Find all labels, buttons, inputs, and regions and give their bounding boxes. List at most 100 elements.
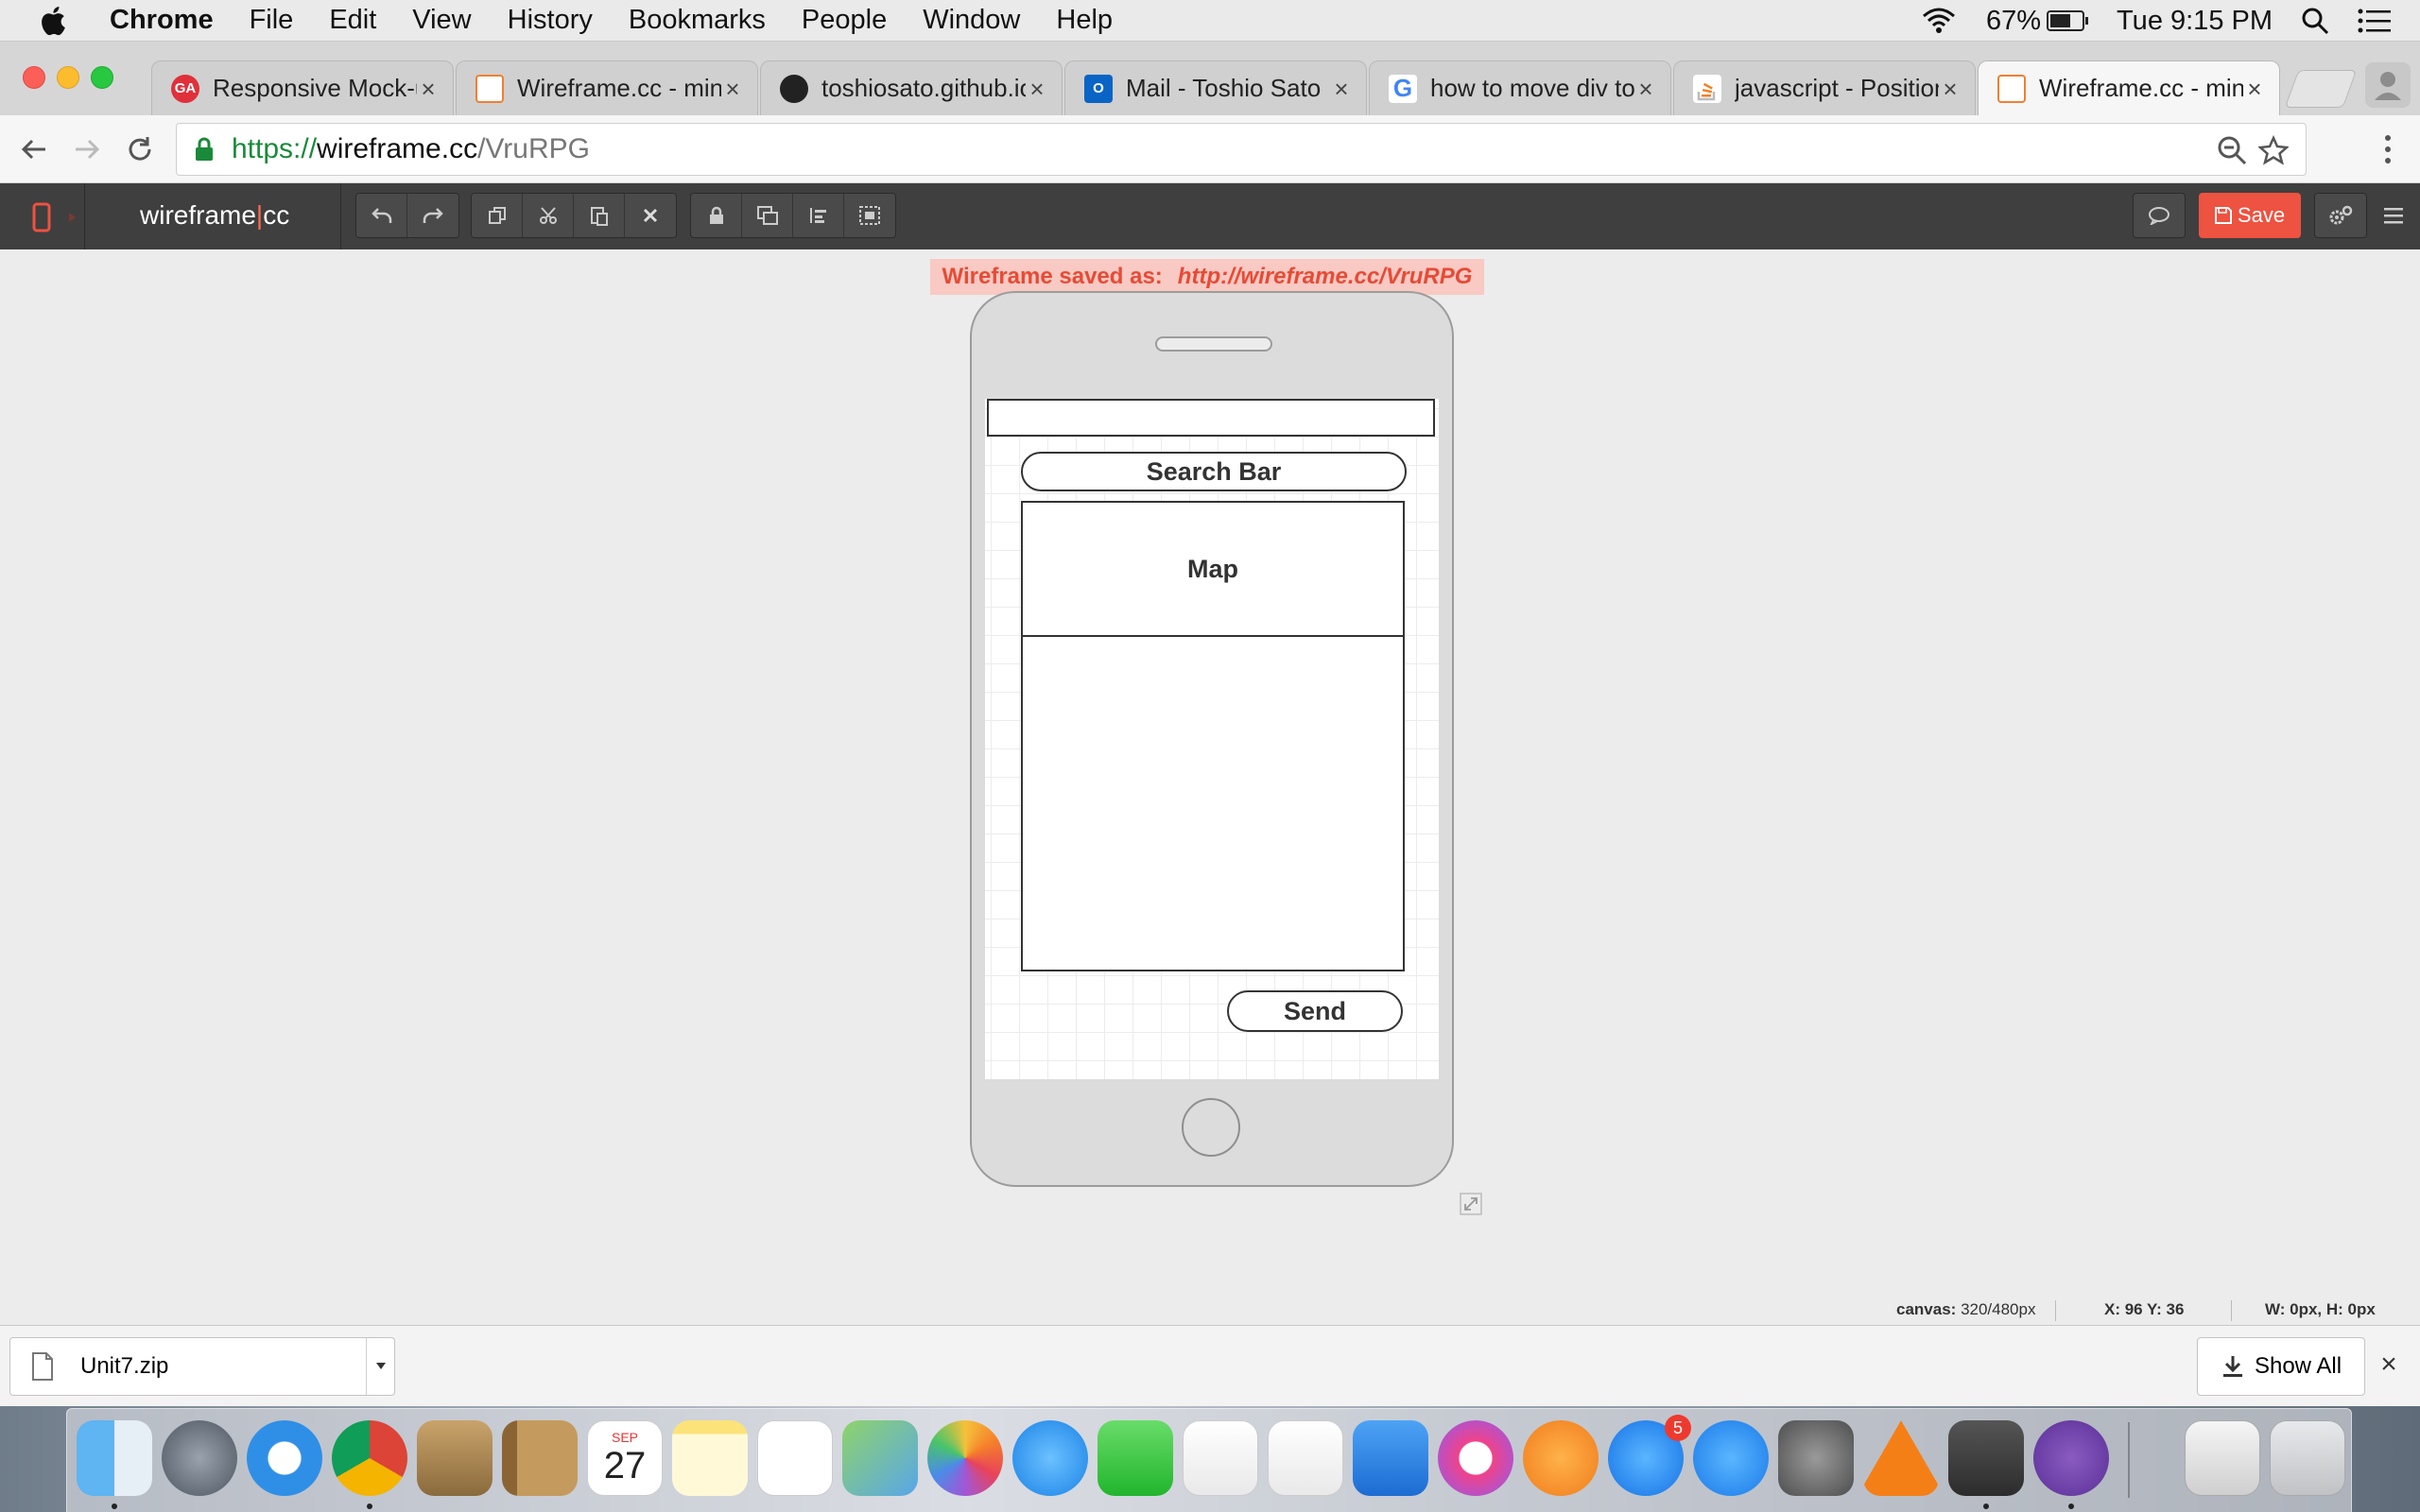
contacts-icon[interactable] xyxy=(502,1420,578,1496)
reminders-icon[interactable] xyxy=(757,1420,833,1496)
resize-icon[interactable] xyxy=(1460,1193,1482,1215)
menu-clock[interactable]: Tue 9:15 PM xyxy=(2117,6,2273,37)
menu-edit[interactable]: Edit xyxy=(329,5,376,36)
reload-button[interactable] xyxy=(119,129,161,170)
wireframe-canvas[interactable]: Search Bar Map Send xyxy=(985,399,1439,1079)
safari-icon[interactable] xyxy=(247,1420,322,1496)
undo-button[interactable] xyxy=(356,194,407,237)
map-element[interactable]: Map xyxy=(1021,501,1405,637)
spotlight-search-icon[interactable] xyxy=(2301,7,2329,35)
system-preferences-icon[interactable] xyxy=(1778,1420,1854,1496)
chrome-icon[interactable] xyxy=(332,1420,407,1496)
paste-button[interactable] xyxy=(574,194,625,237)
address-bar[interactable]: https://wireframe.cc/VruRPG xyxy=(176,123,2307,176)
align-button[interactable] xyxy=(793,194,844,237)
vlc-icon[interactable] xyxy=(1863,1420,1939,1496)
menu-file[interactable]: File xyxy=(250,5,294,36)
download-item[interactable]: Unit7.zip xyxy=(9,1337,395,1396)
redo-button[interactable] xyxy=(407,194,458,237)
ibooks-icon[interactable] xyxy=(1523,1420,1599,1496)
photos-icon[interactable] xyxy=(927,1420,1003,1496)
url-path: /VruRPG xyxy=(477,133,590,164)
tab-close-icon[interactable]: × xyxy=(1330,77,1353,101)
menu-app-name[interactable]: Chrome xyxy=(110,5,214,36)
tab-stackoverflow[interactable]: javascript - Position × xyxy=(1673,60,1976,115)
tab-mail[interactable]: O Mail - Toshio Sato × xyxy=(1064,60,1367,115)
pages-icon[interactable] xyxy=(1183,1420,1258,1496)
content-box-element[interactable] xyxy=(1021,635,1405,971)
cut-button[interactable] xyxy=(523,194,574,237)
maps-icon[interactable] xyxy=(842,1420,918,1496)
menu-history[interactable]: History xyxy=(508,5,593,36)
settings-button[interactable] xyxy=(2314,193,2367,238)
tab-wireframe-active[interactable]: Wireframe.cc - minimal × xyxy=(1978,60,2280,115)
tab-close-icon[interactable]: × xyxy=(1939,77,1962,101)
copy-button[interactable] xyxy=(472,194,523,237)
sublime-text-icon[interactable] xyxy=(1948,1420,2024,1496)
back-button[interactable] xyxy=(13,129,55,170)
menu-bookmarks[interactable]: Bookmarks xyxy=(629,5,766,36)
copy-icon xyxy=(488,207,506,224)
launchpad-icon[interactable] xyxy=(162,1420,237,1496)
zoom-icon[interactable] xyxy=(1693,1420,1769,1496)
device-selector[interactable] xyxy=(0,183,85,249)
window-minimize-button[interactable] xyxy=(57,66,79,89)
messages-icon[interactable] xyxy=(1012,1420,1088,1496)
group-button[interactable] xyxy=(844,194,895,237)
numbers-icon[interactable] xyxy=(1268,1420,1343,1496)
tab-close-icon[interactable]: × xyxy=(721,77,744,101)
scissors-icon xyxy=(539,207,557,224)
window-close-button[interactable] xyxy=(23,66,45,89)
comment-button[interactable] xyxy=(2133,193,2186,238)
running-indicator xyxy=(112,1503,117,1509)
show-all-downloads-button[interactable]: Show All xyxy=(2197,1337,2365,1396)
menu-view[interactable]: View xyxy=(412,5,471,36)
menu-people[interactable]: People xyxy=(802,5,887,36)
battery-status[interactable]: 67% xyxy=(1986,6,2089,37)
tab-close-icon[interactable]: × xyxy=(2243,77,2266,101)
wifi-icon[interactable] xyxy=(1920,7,1958,35)
tab-close-icon[interactable]: × xyxy=(1634,77,1657,101)
layers-icon xyxy=(756,206,778,225)
saved-url-link[interactable]: http://wireframe.cc/VruRPG xyxy=(1178,264,1473,290)
keynote-icon[interactable] xyxy=(1353,1420,1428,1496)
tab-github[interactable]: toshiosato.github.io × xyxy=(760,60,1063,115)
bookmark-star-icon[interactable] xyxy=(2258,135,2289,165)
close-download-shelf-icon[interactable]: × xyxy=(2375,1350,2403,1379)
zoom-out-icon[interactable] xyxy=(2217,135,2247,165)
apple-logo-icon[interactable] xyxy=(38,4,72,38)
download-options-button[interactable] xyxy=(366,1338,394,1395)
github-desktop-icon[interactable] xyxy=(2033,1420,2109,1496)
tab-google-search[interactable]: G how to move div to × xyxy=(1369,60,1671,115)
forward-button[interactable] xyxy=(66,129,108,170)
itunes-icon[interactable] xyxy=(1438,1420,1513,1496)
facetime-icon[interactable] xyxy=(1098,1420,1173,1496)
profile-avatar[interactable] xyxy=(2365,62,2411,108)
delete-button[interactable] xyxy=(625,194,676,237)
finder-icon[interactable] xyxy=(77,1420,152,1496)
tab-close-icon[interactable]: × xyxy=(1026,77,1048,101)
downloads-stack-icon[interactable] xyxy=(2185,1420,2260,1496)
notes-icon[interactable] xyxy=(672,1420,748,1496)
status-bar-box[interactable] xyxy=(987,399,1435,437)
save-button[interactable]: Save xyxy=(2199,193,2301,238)
new-tab-button[interactable] xyxy=(2284,70,2358,108)
window-zoom-button[interactable] xyxy=(91,66,113,89)
tab-wireframe-1[interactable]: Wireframe.cc - minimal × xyxy=(456,60,758,115)
hamburger-menu-icon[interactable] xyxy=(2382,204,2405,227)
trash-icon[interactable] xyxy=(2270,1420,2345,1496)
chrome-menu-icon[interactable] xyxy=(2371,132,2405,166)
lock-button[interactable] xyxy=(691,194,742,237)
wireframe-brand-logo[interactable]: wireframe|cc xyxy=(140,200,289,231)
notification-center-icon[interactable] xyxy=(2358,8,2392,34)
calendar-icon[interactable]: SEP 27 xyxy=(587,1420,663,1496)
tab-close-icon[interactable]: × xyxy=(417,77,440,101)
tab-responsive-mockup[interactable]: GA Responsive Mock-up × xyxy=(151,60,454,115)
menu-help[interactable]: Help xyxy=(1056,5,1113,36)
search-bar-element[interactable]: Search Bar xyxy=(1021,452,1407,491)
send-button-element[interactable]: Send xyxy=(1227,990,1403,1032)
bring-to-front-button[interactable] xyxy=(742,194,793,237)
mail-stamp-icon[interactable] xyxy=(417,1420,493,1496)
menu-window[interactable]: Window xyxy=(923,5,1020,36)
secure-lock-icon[interactable] xyxy=(194,136,215,163)
